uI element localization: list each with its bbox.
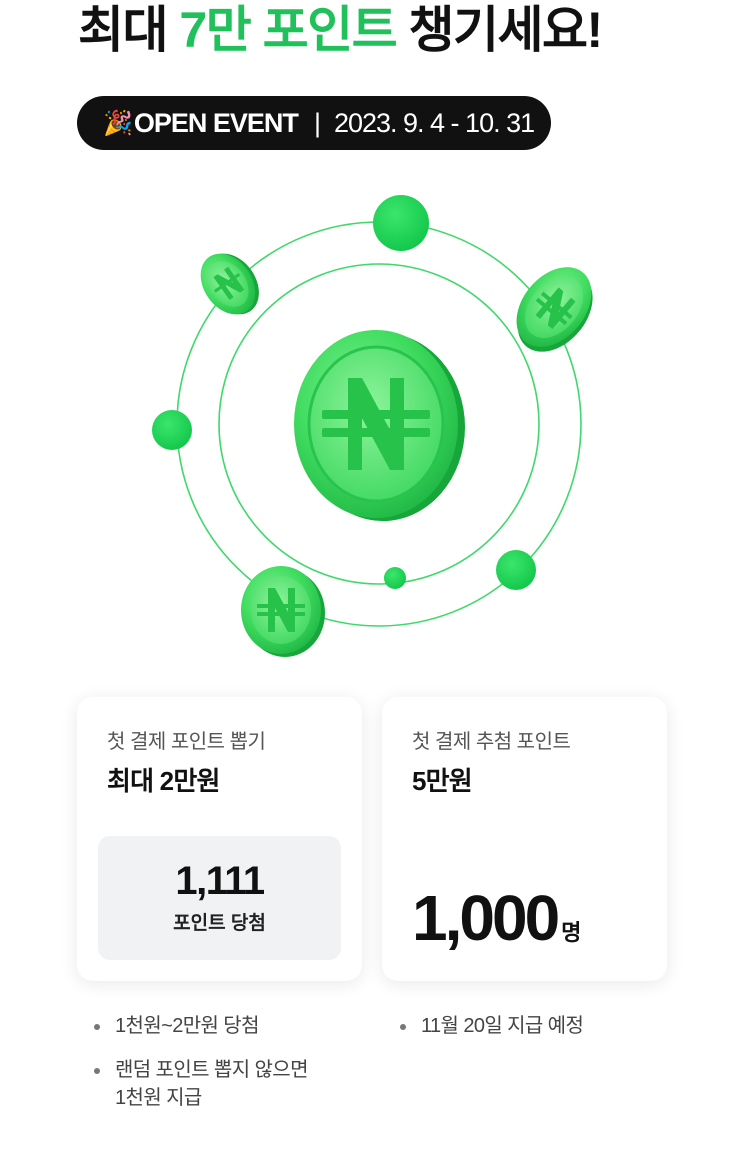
winner-count-display: 1,000 명 [412,883,581,971]
list-item: 1천원~2만원 당첨 [94,1012,308,1040]
list-item: 11월 20일 지급 예정 [400,1012,584,1040]
bottom-left-coin-icon [241,566,325,657]
note-line: 1천원~2만원 당첨 [115,1015,259,1037]
note-line: 1천원 지급 [115,1087,202,1109]
card-draw-points: 첫 결제 포인트 뽑기 최대 2만원 1,111 포인트 당첨 [77,697,362,981]
top-right-coin-icon [516,267,593,352]
winner-caption: 포인트 당첨 [173,913,266,934]
coin-orbit-illustration [152,195,593,657]
winner-count-box: 1,111 포인트 당첨 [98,836,341,960]
winner-unit: 명 [561,920,582,945]
card-lottery-notes: 11월 20일 지급 예정 [400,1012,584,1056]
event-page: 최대 7만 포인트 챙기세요! 🎉 OPEN EVENT | 2023. 9. … [0,0,743,1149]
card-subtitle: 첫 결제 추첨 포인트 [412,731,571,753]
note-line: 랜덤 포인트 뽑지 않으면 [115,1059,308,1081]
card-draw-notes: 1천원~2만원 당첨 랜덤 포인트 뽑지 않으면 1천원 지급 [94,1012,308,1128]
top-left-coin-icon [200,253,259,315]
list-item: 랜덤 포인트 뽑지 않으면 1천원 지급 [94,1056,308,1112]
card-title: 5만원 [412,766,473,796]
center-coin-icon [294,330,465,521]
card-title: 최대 2만원 [107,766,220,796]
note-line: 11월 20일 지급 예정 [421,1015,584,1037]
winner-count: 1,000 [412,882,560,954]
card-subtitle: 첫 결제 포인트 뽑기 [107,731,266,753]
card-lottery-points: 첫 결제 추첨 포인트 5만원 1,000 명 [382,697,667,981]
winner-count: 1,111 [175,859,265,903]
